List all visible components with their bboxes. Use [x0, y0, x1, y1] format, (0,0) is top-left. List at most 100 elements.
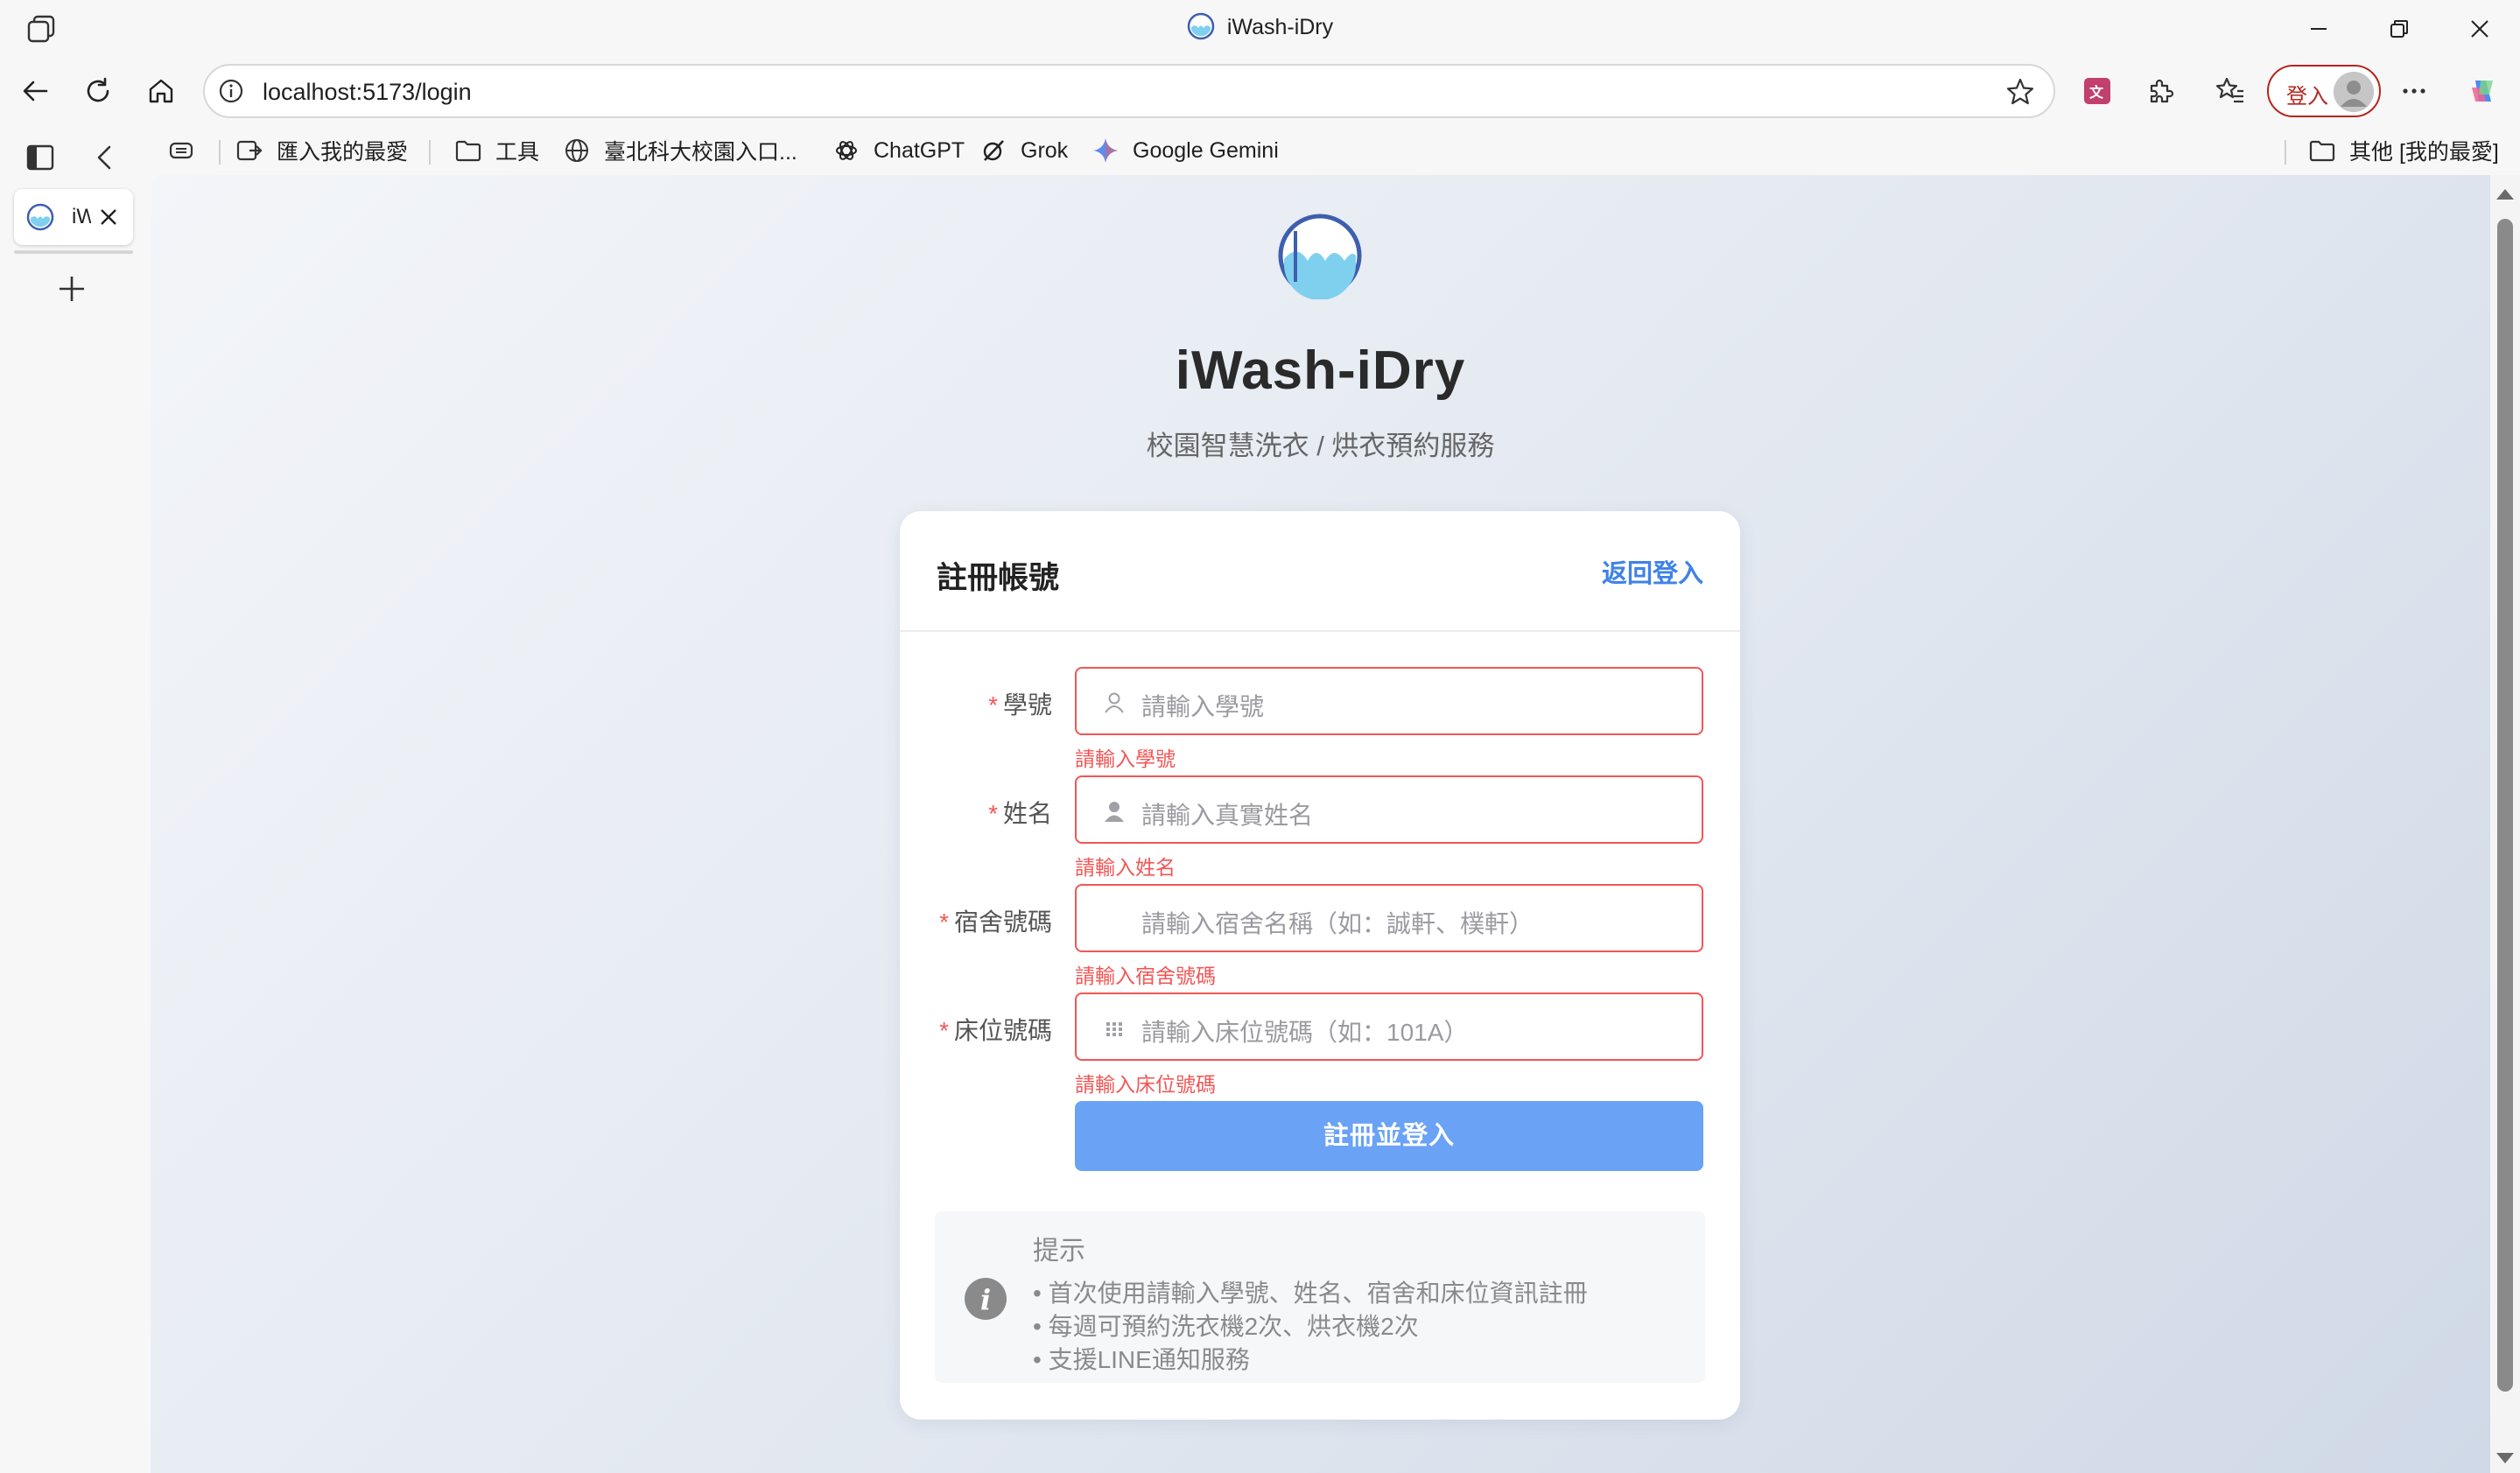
page-scrollbar[interactable]	[2490, 175, 2520, 1473]
home-button[interactable]	[142, 72, 180, 110]
field-label-text: 床位號碼	[953, 1017, 1052, 1044]
svg-text:i: i	[980, 1283, 991, 1316]
tip-line: • 首次使用請輸入學號、姓名、宿舍和床位資訊註冊	[1033, 1280, 1588, 1307]
favorite-label: ChatGPT	[874, 137, 965, 163]
name-input[interactable]: 請輸入真實姓名	[1075, 775, 1703, 844]
favorite-chatgpt[interactable]: ChatGPT	[832, 133, 965, 168]
minimize-button[interactable]	[2299, 9, 2339, 49]
window-title: iWash-iDry	[0, 12, 2520, 40]
grok-icon	[979, 136, 1008, 165]
new-tab-plus-icon[interactable]	[53, 270, 91, 308]
favorites-list-icon	[2215, 77, 2243, 103]
favorite-label: 匯入我的最愛	[277, 140, 409, 165]
user-outline-icon	[1105, 692, 1124, 713]
site-info-icon[interactable]	[217, 77, 245, 105]
restore-button[interactable]	[2379, 9, 2419, 49]
required-asterisk: *	[939, 1017, 949, 1044]
translate-icon: 文	[2084, 78, 2110, 104]
favorites-divider	[429, 140, 431, 165]
globe-icon	[562, 136, 592, 165]
title-bar: iWash-iDry	[0, 0, 2520, 58]
favorite-import[interactable]: 匯入我的最愛	[235, 133, 408, 168]
tip-box: i 提示 • 首次使用請輸入學號、姓名、宿舍和床位資訊註冊 • 每週可預約洗衣機…	[935, 1211, 1705, 1383]
register-submit-button[interactable]: 註冊並登入	[1075, 1101, 1703, 1171]
scroll-thumb[interactable]	[2497, 219, 2513, 1392]
favorites-divider	[219, 140, 221, 165]
bed-label: * 床位號碼	[939, 1012, 1052, 1047]
register-card: 註冊帳號 返回登入 * 學號 請輸入學號 請輸入學號 * 姓名 請輸入真實姓名 請輸…	[900, 511, 1740, 1420]
bed-input[interactable]: 請輸入床位號碼（如：101A）	[1075, 993, 1703, 1061]
folder-icon	[2307, 136, 2337, 165]
favorite-folder-tools[interactable]: 工具	[453, 133, 539, 168]
name-error: 請輸入姓名	[1075, 856, 1176, 879]
close-icon	[2471, 20, 2488, 38]
signin-label: 登入	[2286, 85, 2328, 109]
required-asterisk: *	[988, 691, 998, 719]
dorm-input[interactable]: 請輸入宿舍名稱（如：誠軒、樸軒）	[1075, 884, 1703, 952]
student-id-label: * 學號	[988, 686, 1052, 721]
svg-text:文: 文	[2089, 84, 2104, 101]
extensions-button[interactable]	[2143, 74, 2178, 109]
window-title-text: iWash-iDry	[1226, 15, 1334, 39]
reading-list-button[interactable]	[166, 133, 208, 168]
active-tab[interactable]: iWash-iDry	[14, 189, 133, 245]
copilot-button[interactable]	[2465, 74, 2500, 109]
close-button[interactable]	[2460, 9, 2500, 49]
user-filled-icon	[1105, 802, 1124, 822]
collapse-tabs-button[interactable]	[89, 142, 121, 173]
favorite-grok[interactable]: Grok	[979, 133, 1068, 168]
app-logo	[1278, 214, 1362, 299]
back-to-login-link[interactable]: 返回登入	[1602, 553, 1703, 590]
panel-icon	[26, 144, 54, 171]
favorite-label: Grok	[1021, 137, 1069, 163]
favorites-button[interactable]	[2213, 74, 2248, 109]
scroll-down-arrow-icon[interactable]	[2496, 1453, 2514, 1463]
import-favorites-icon	[235, 136, 264, 165]
address-bar[interactable]: localhost:5173/login	[203, 64, 2055, 118]
browser-toolbar: localhost:5173/login 文 登入	[0, 58, 2520, 124]
tab-title: iWash-iDry	[72, 205, 91, 228]
favorite-label: 臺北科大校園入口...	[604, 140, 797, 165]
favorite-ntut-portal[interactable]: 臺北科大校園入口...	[562, 133, 797, 168]
tab-divider	[14, 250, 133, 254]
app-subtitle: 校園智慧洗衣 / 烘衣預約服務	[1146, 431, 1495, 461]
page-viewport: iWash-iDry 校園智慧洗衣 / 烘衣預約服務 註冊帳號 返回登入 * 學號…	[151, 175, 2490, 1473]
student-id-input[interactable]: 請輸入學號	[1075, 667, 1703, 735]
folder-icon	[453, 136, 483, 165]
reload-icon	[87, 77, 109, 102]
reading-list-icon	[166, 136, 196, 165]
more-menu-button[interactable]	[2397, 74, 2432, 109]
favorite-star-icon[interactable]	[2004, 76, 2036, 108]
favorite-label: Google Gemini	[1133, 137, 1279, 163]
name-placeholder: 請輸入真實姓名	[1141, 802, 1314, 829]
tip-line: • 支援LINE通知服務	[1033, 1346, 1250, 1373]
back-button[interactable]	[16, 72, 54, 110]
gemini-icon	[1091, 136, 1120, 165]
dorm-placeholder: 請輸入宿舍名稱（如：誠軒、樸軒）	[1141, 910, 1534, 937]
favorite-other-folder[interactable]: 其他 [我的最愛]	[2307, 133, 2499, 168]
puzzle-icon	[2150, 79, 2174, 103]
reload-button[interactable]	[79, 72, 117, 110]
field-label-text: 宿舍號碼	[953, 908, 1052, 936]
grid-icon	[1106, 1022, 1122, 1036]
url-text: localhost:5173/login	[263, 79, 472, 105]
bed-placeholder: 請輸入床位號碼（如：101A）	[1141, 1019, 1469, 1046]
more-dots-icon	[2403, 88, 2425, 94]
required-asterisk: *	[939, 908, 949, 936]
dorm-label: * 宿舍號碼	[939, 903, 1052, 938]
translate-extension-button[interactable]: 文	[2080, 74, 2115, 109]
profile-signin-button[interactable]: 登入	[2267, 65, 2381, 117]
card-title: 註冊帳號	[937, 561, 1060, 595]
favorites-bar: 匯入我的最愛 工具 臺北科大校園入口... ChatGPT Grok Googl…	[0, 124, 2520, 175]
chevron-left-icon	[97, 145, 111, 170]
card-header: 註冊帳號 返回登入	[900, 511, 1740, 632]
app-title: iWash-iDry	[1175, 340, 1466, 401]
app-favicon-icon	[1187, 12, 1215, 40]
favorite-gemini[interactable]: Google Gemini	[1091, 133, 1279, 168]
sidebar-panel-toggle[interactable]	[25, 142, 56, 173]
scroll-up-arrow-icon[interactable]	[2496, 189, 2514, 200]
student-id-placeholder: 請輸入學號	[1141, 693, 1265, 720]
info-icon: i	[965, 1278, 1007, 1320]
close-tab-icon[interactable]	[96, 205, 121, 229]
favorites-divider	[2285, 140, 2286, 165]
